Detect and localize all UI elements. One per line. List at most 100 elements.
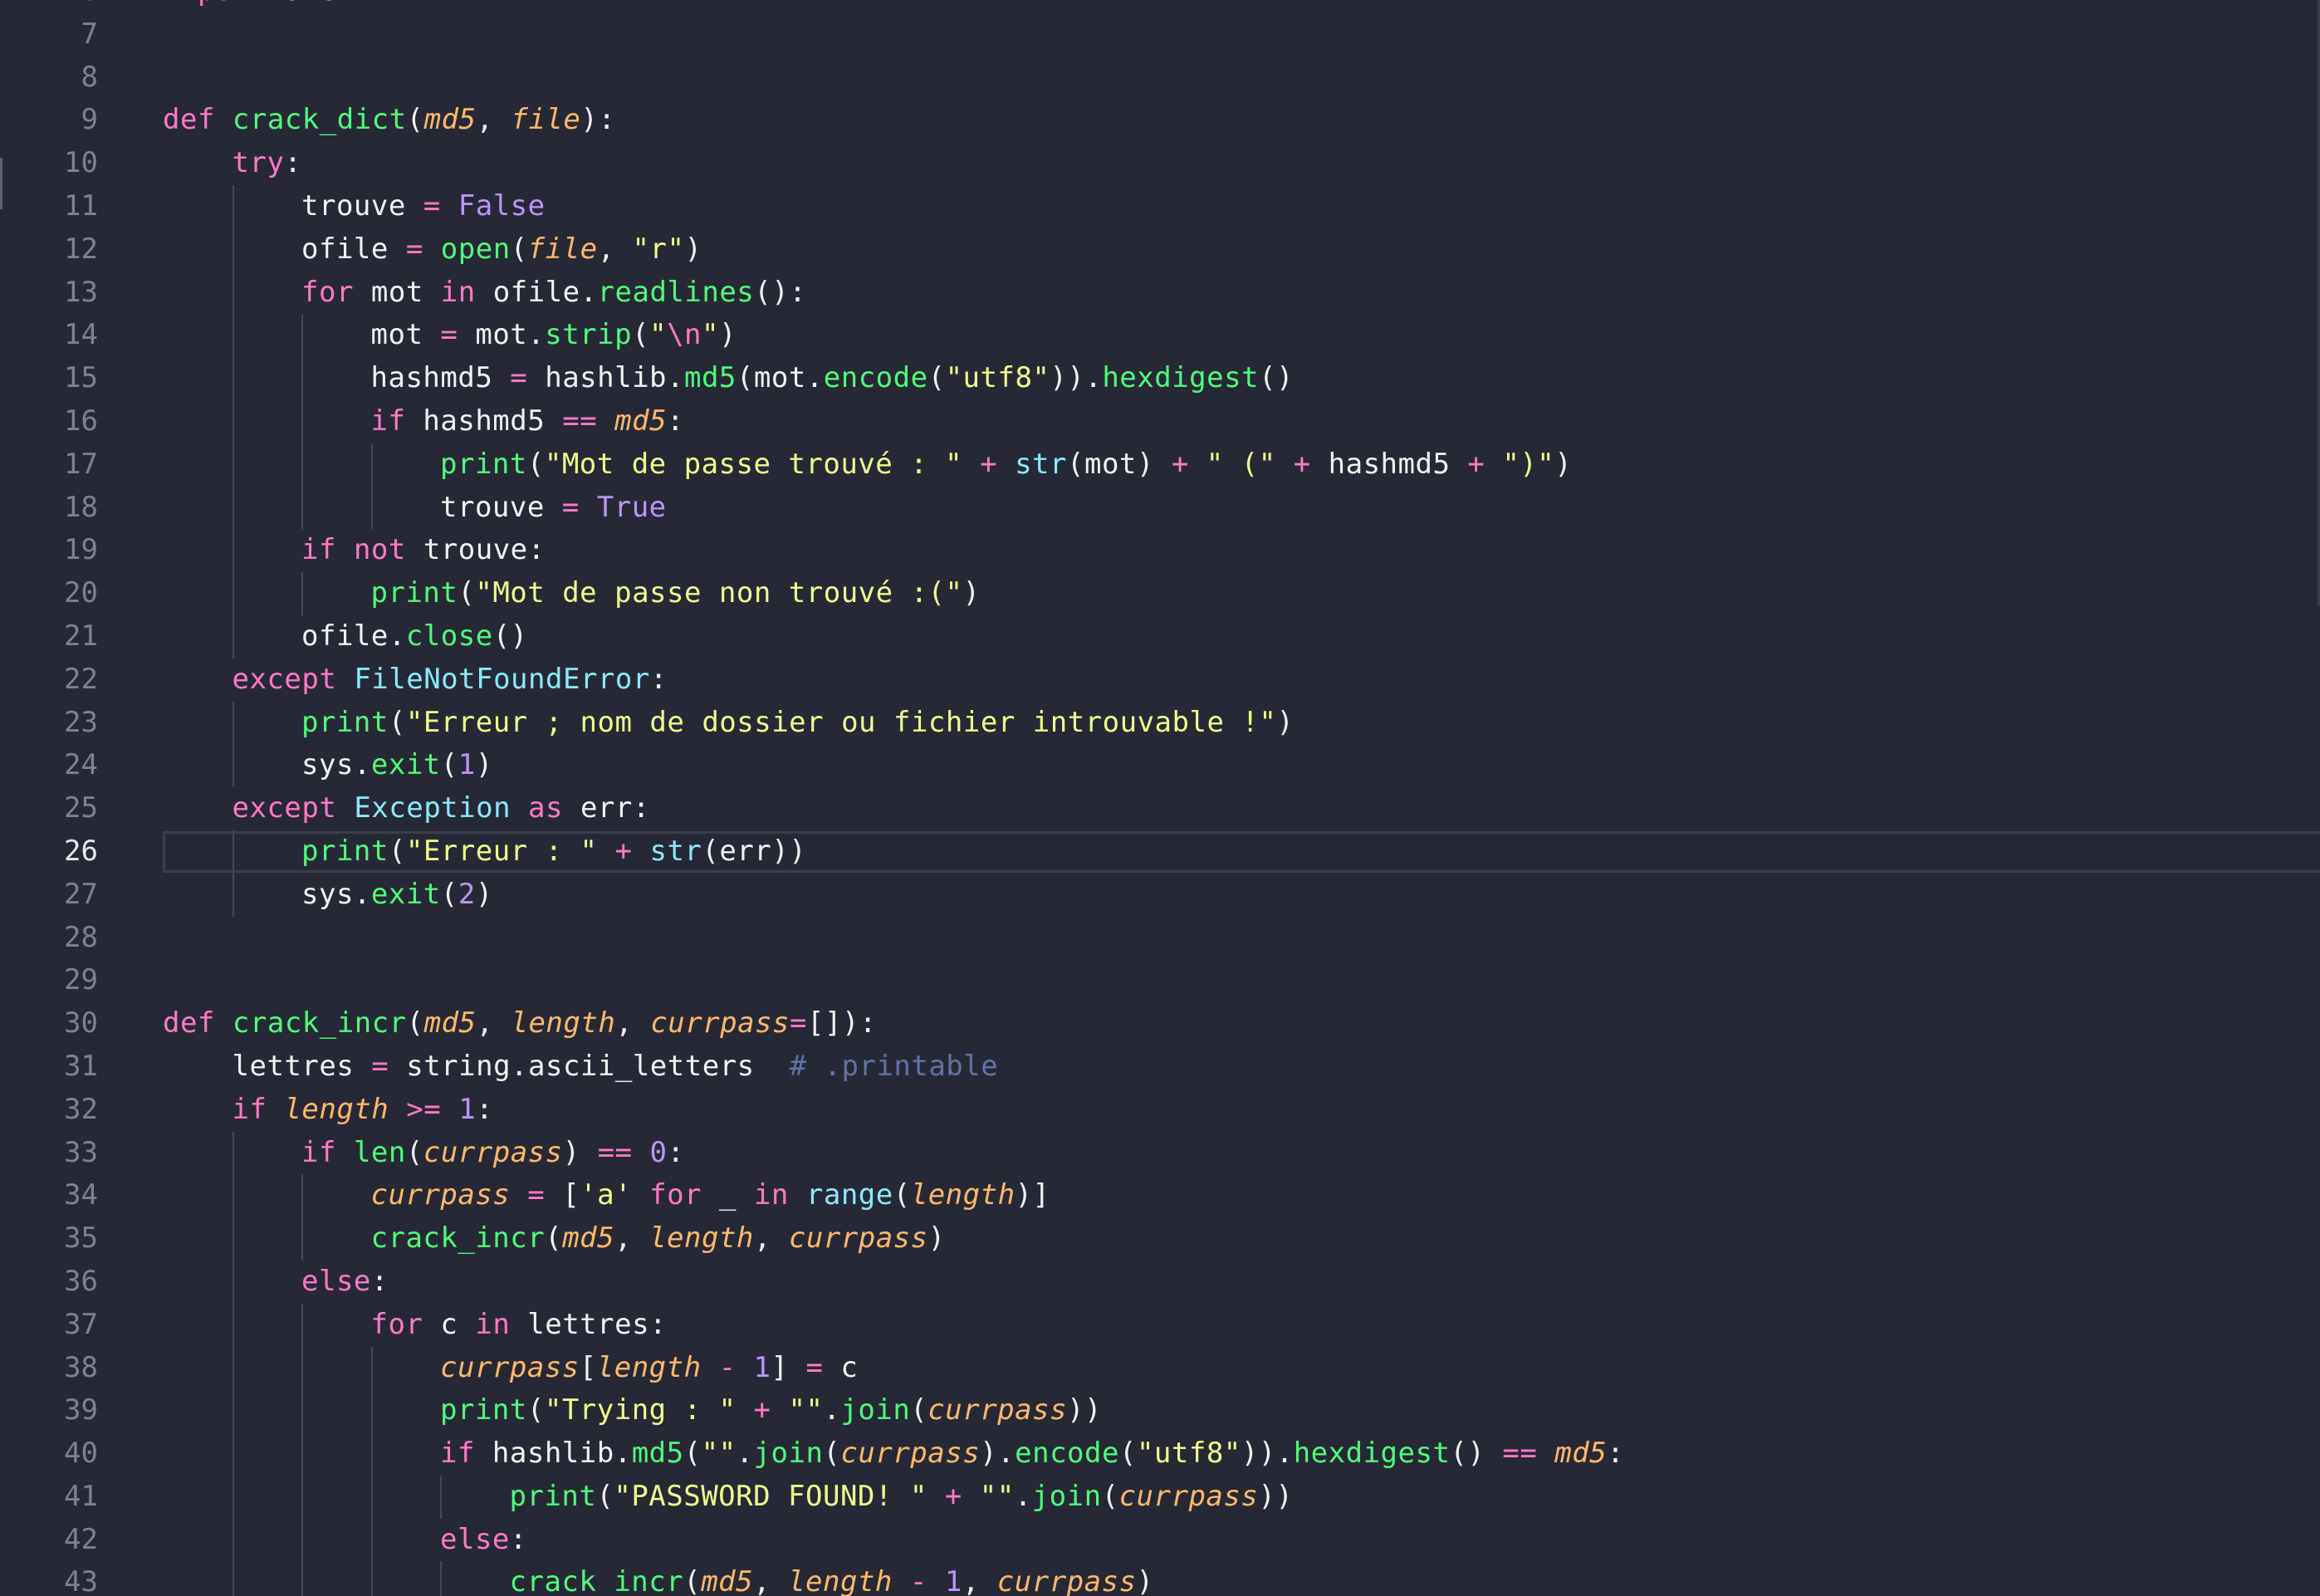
- code-text[interactable]: def crack_incr(md5, length, currpass=[])…: [163, 1002, 877, 1045]
- code-text[interactable]: crack_incr(md5, length, currpass): [371, 1217, 946, 1261]
- code-text[interactable]: def crack_dict(md5, file):: [163, 99, 615, 142]
- code-text[interactable]: if length >= 1:: [232, 1089, 494, 1132]
- code-text[interactable]: print("Mot de passe non trouvé :("): [371, 572, 981, 615]
- code-token: encode: [823, 361, 928, 395]
- code-line[interactable]: 17 print("Mot de passe trouvé : " + str(m…: [0, 443, 2320, 487]
- code-line[interactable]: 35 crack_incr(md5, length, currpass): [0, 1217, 2320, 1261]
- code-text[interactable]: for c in lettres:: [371, 1304, 668, 1347]
- code-line[interactable]: 11 trouve = False: [0, 184, 2320, 228]
- code-text[interactable]: else:: [440, 1519, 527, 1562]
- code-line[interactable]: 26 print("Erreur : " + str(err)): [0, 830, 2320, 874]
- code-line[interactable]: 33 if len(currpass) == 0:: [0, 1131, 2320, 1175]
- code-token: not: [353, 533, 406, 567]
- code-line[interactable]: 21 ofile.close(): [0, 614, 2320, 658]
- line-number: 25: [64, 791, 98, 825]
- code-text[interactable]: print("PASSWORD FOUND! " + "".join(currp…: [510, 1476, 1294, 1519]
- code-line[interactable]: 38 currpass[length - 1] = c: [0, 1346, 2320, 1390]
- indent-guide: [232, 572, 234, 615]
- code-text[interactable]: ofile.close(): [301, 615, 528, 658]
- code-token: print: [301, 705, 389, 739]
- code-text[interactable]: print("Trying : " + "".join(currpass)): [440, 1389, 1102, 1432]
- code-line[interactable]: 37 for c in lettres:: [0, 1303, 2320, 1347]
- code-line[interactable]: 8: [0, 56, 2320, 100]
- code-line[interactable]: 18 trouve = True: [0, 486, 2320, 530]
- code-line[interactable]: 23 print("Erreur ; nom de dossier ou fich…: [0, 701, 2320, 745]
- code-line[interactable]: 10 try:: [0, 142, 2320, 185]
- code-token: (: [406, 103, 424, 137]
- code-line[interactable]: 12 ofile = open(file, "r"): [0, 228, 2320, 272]
- code-line[interactable]: 7: [0, 13, 2320, 56]
- code-text[interactable]: else:: [301, 1261, 389, 1304]
- code-text[interactable]: for mot in ofile.readlines():: [301, 272, 806, 315]
- code-text[interactable]: mot = mot.strip("\n"): [371, 314, 737, 357]
- line-number: 41: [64, 1479, 98, 1513]
- code-token: (: [1118, 1437, 1137, 1471]
- code-text[interactable]: trouve = False: [301, 185, 546, 228]
- code-text[interactable]: currpass = ['a' for _ in range(length)]: [371, 1174, 1050, 1217]
- line-number: 14: [64, 318, 98, 352]
- code-token: []):: [807, 1006, 877, 1040]
- code-token: length: [910, 1178, 1016, 1212]
- code-line[interactable]: 42 else:: [0, 1518, 2320, 1562]
- code-text[interactable]: print("Erreur ; nom de dossier ou fichie…: [301, 702, 1294, 745]
- code-text[interactable]: except FileNotFoundError:: [232, 658, 668, 702]
- code-token: =: [805, 1350, 824, 1384]
- code-line[interactable]: 34 currpass = ['a' for _ in range(length)…: [0, 1174, 2320, 1218]
- code-line[interactable]: 31 lettres = string.ascii_letters # .prin…: [0, 1045, 2320, 1089]
- code-text[interactable]: crack_incr(md5, length - 1, currpass): [510, 1561, 1154, 1596]
- code-line[interactable]: 16 if hashmd5 == md5:: [0, 399, 2320, 443]
- code-text[interactable]: import atexit: [163, 0, 389, 13]
- code-token: +: [944, 1479, 962, 1513]
- code-text[interactable]: if len(currpass) == 0:: [301, 1132, 684, 1175]
- code-line[interactable]: 41 print("PASSWORD FOUND! " + "".join(cur…: [0, 1475, 2320, 1519]
- code-token: for: [370, 1307, 423, 1341]
- code-text[interactable]: print("Mot de passe trouvé : " + str(mot…: [440, 443, 1572, 487]
- code-text[interactable]: try:: [232, 142, 302, 185]
- code-line[interactable]: 28: [0, 917, 2320, 960]
- code-line[interactable]: 19 if not trouve:: [0, 529, 2320, 573]
- code-token: True: [596, 490, 667, 524]
- code-text[interactable]: hashmd5 = hashlib.md5(mot.encode("utf8")…: [371, 357, 1295, 400]
- code-line[interactable]: 15 hashmd5 = hashlib.md5(mot.encode("utf8…: [0, 357, 2320, 400]
- code-line[interactable]: 39 print("Trying : " + "".join(currpass)): [0, 1389, 2320, 1433]
- code-line[interactable]: 14 mot = mot.strip("\n"): [0, 314, 2320, 358]
- line-number: 23: [64, 705, 98, 739]
- code-line[interactable]: 22 except FileNotFoundError:: [0, 658, 2320, 702]
- code-token: =: [510, 361, 528, 395]
- code-text[interactable]: sys.exit(2): [301, 874, 493, 917]
- code-line[interactable]: 32 if length >= 1:: [0, 1089, 2320, 1132]
- code-text[interactable]: lettres = string.ascii_letters # .printa…: [232, 1045, 999, 1089]
- code-token: print: [509, 1479, 597, 1513]
- code-text[interactable]: sys.exit(1): [301, 744, 493, 787]
- code-line[interactable]: 6 import atexit: [0, 0, 2320, 13]
- line-number: 39: [64, 1393, 98, 1427]
- code-token: (: [893, 1178, 911, 1212]
- code-editor[interactable]: 6import atexit789def crack_dict(md5, fil…: [0, 0, 2320, 1596]
- code-text[interactable]: currpass[length - 1] = c: [440, 1347, 858, 1390]
- code-line[interactable]: 36 else:: [0, 1260, 2320, 1304]
- code-text[interactable]: if hashlib.md5("".join(currpass).encode(…: [440, 1432, 1624, 1476]
- indent-guide: [440, 1475, 442, 1519]
- code-text[interactable]: if not trouve:: [301, 529, 546, 572]
- code-text[interactable]: trouve = True: [440, 487, 667, 530]
- code-text[interactable]: if hashmd5 == md5:: [371, 400, 685, 443]
- code-line[interactable]: 43 crack_incr(md5, length - 1, currpass): [0, 1561, 2320, 1596]
- code-text[interactable]: except Exception as err:: [232, 787, 650, 830]
- code-token: ): [684, 232, 702, 266]
- code-text[interactable]: print("Erreur : " + str(err)): [301, 830, 806, 874]
- indent-guide: [440, 1561, 442, 1596]
- code-line[interactable]: 40 if hashlib.md5("".join(currpass).encod…: [0, 1432, 2320, 1476]
- code-token: )]: [1015, 1178, 1050, 1212]
- code-line[interactable]: 25 except Exception as err:: [0, 787, 2320, 830]
- code-token: (mot.: [736, 361, 824, 395]
- code-text[interactable]: ofile = open(file, "r"): [301, 228, 702, 272]
- code-line[interactable]: 9 def crack_dict(md5, file):: [0, 99, 2320, 142]
- code-line[interactable]: 30 def crack_incr(md5, length, currpass=[…: [0, 1002, 2320, 1045]
- code-line[interactable]: 20 print("Mot de passe non trouvé :("): [0, 572, 2320, 615]
- code-line[interactable]: 24 sys.exit(1): [0, 744, 2320, 788]
- code-line[interactable]: 27 sys.exit(2): [0, 873, 2320, 917]
- code-line[interactable]: 13 for mot in ofile.readlines():: [0, 271, 2320, 315]
- code-line[interactable]: 29: [0, 959, 2320, 1002]
